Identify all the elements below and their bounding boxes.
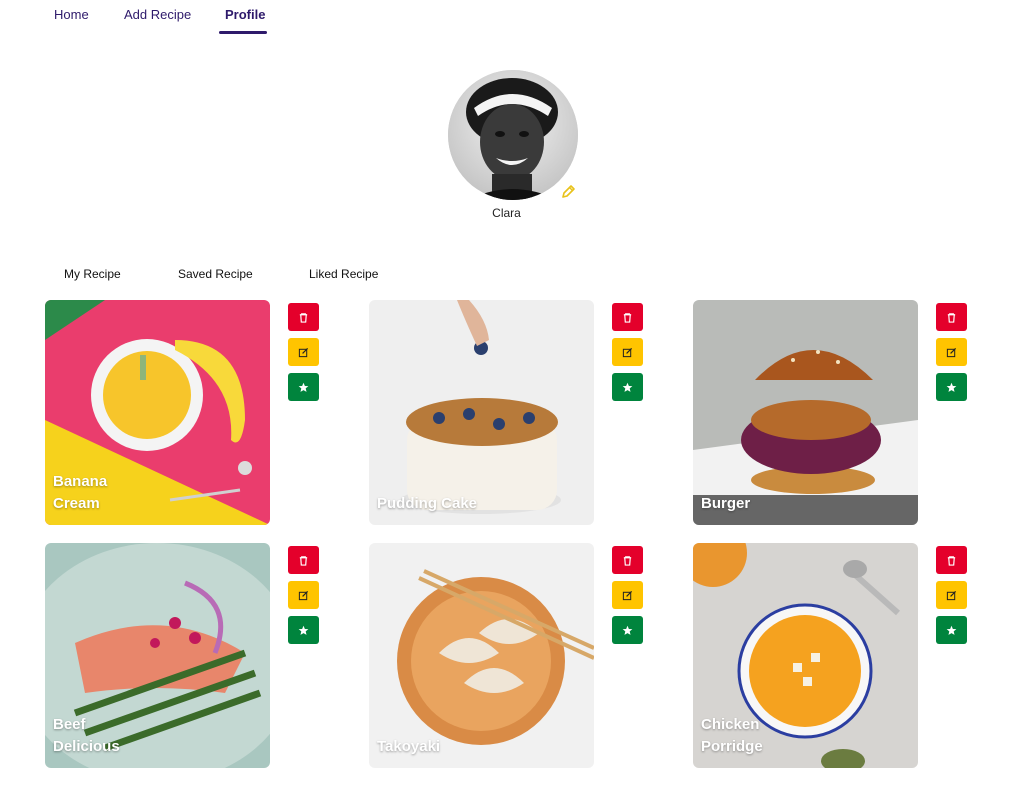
recipe-actions-burger [936,303,967,408]
delete-button[interactable] [612,303,643,331]
star-icon [298,382,309,392]
edit-icon [622,347,633,357]
delete-button[interactable] [936,546,967,574]
star-icon [622,625,633,635]
star-icon [298,625,309,635]
delete-button[interactable] [288,546,319,574]
favorite-button[interactable] [936,373,967,401]
recipe-title: Banana Cream [53,473,108,512]
recipe-card-pudding-cake[interactable]: Pudding Cake [369,300,594,525]
recipe-card-takoyaki[interactable]: Takoyaki [369,543,594,768]
avatar-image [448,70,578,200]
edit-button[interactable] [936,338,967,366]
tab-saved-recipe[interactable]: Saved Recipe [178,266,253,282]
trash-icon [947,312,956,323]
recipe-title: Pudding Cake [377,495,478,512]
trash-icon [623,312,632,323]
favorite-button[interactable] [936,616,967,644]
favorite-button[interactable] [612,373,643,401]
recipe-actions-chicken-porridge [936,546,967,651]
recipe-card-chicken-porridge[interactable]: Chicken Porridge [693,543,918,768]
nav-home-link[interactable]: Home [54,7,89,31]
favorite-button[interactable] [612,616,643,644]
profile-name-text: Clara [492,206,521,220]
trash-icon [299,312,308,323]
edit-button[interactable] [936,581,967,609]
nav-active-indicator [219,31,267,34]
profile-name: Clara [0,206,1021,220]
recipe-actions-beef-delicious [288,546,319,651]
star-icon [622,382,633,392]
avatar [448,70,578,200]
edit-button[interactable] [288,338,319,366]
edit-icon [946,590,957,600]
recipe-card-beef-delicious[interactable]: Beef Delicious [45,543,270,768]
nav-add-recipe-link[interactable]: Add Recipe [124,7,191,31]
recipe-photo [369,543,594,768]
favorite-button[interactable] [288,616,319,644]
recipe-actions-takoyaki [612,546,643,651]
favorite-button[interactable] [288,373,319,401]
recipe-actions-pudding-cake [612,303,643,408]
recipe-title: Beef Delicious [53,716,120,755]
profile-avatar-section [448,70,578,200]
edit-button[interactable] [612,581,643,609]
tab-liked-recipe[interactable]: Liked Recipe [309,266,378,282]
edit-icon [946,347,957,357]
recipe-photo [693,300,918,525]
recipe-tabs: My Recipe Saved Recipe Liked Recipe [0,266,1021,286]
star-icon [946,382,957,392]
recipe-photo [369,300,594,525]
recipe-card-banana-cream[interactable]: Banana Cream [45,300,270,525]
nav-profile-link[interactable]: Profile [225,7,265,31]
edit-icon [622,590,633,600]
recipe-card-burger[interactable]: Burger [693,300,918,525]
recipe-title: Chicken Porridge [701,716,763,755]
top-nav: Home Add Recipe Profile [0,0,1021,40]
delete-button[interactable] [936,303,967,331]
trash-icon [623,555,632,566]
recipe-title: Takoyaki [377,738,441,755]
recipe-actions-banana-cream [288,303,319,408]
star-icon [946,625,957,635]
edit-button[interactable] [612,338,643,366]
edit-icon [298,347,309,357]
trash-icon [947,555,956,566]
profile-page: Home Add Recipe Profile Clara My Recipe … [0,0,1021,796]
delete-button[interactable] [288,303,319,331]
edit-button[interactable] [288,581,319,609]
trash-icon [299,555,308,566]
delete-button[interactable] [612,546,643,574]
recipe-title: Burger [701,495,751,512]
edit-icon [298,590,309,600]
tab-my-recipe[interactable]: My Recipe [64,266,121,282]
pencil-icon[interactable] [560,184,576,200]
